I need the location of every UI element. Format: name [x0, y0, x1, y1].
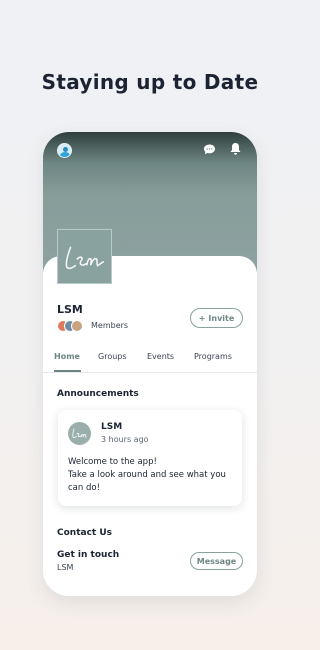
member-avatar [71, 320, 83, 332]
member-avatars[interactable] [57, 320, 89, 332]
announcement-card[interactable]: LSM 3 hours ago Welcome to the app! Take… [58, 410, 242, 506]
contact-subtitle: Get in touch [57, 550, 120, 560]
invite-label: Invite [208, 313, 235, 323]
contact-title: Contact Us [57, 528, 113, 538]
chat-bubble-icon[interactable] [203, 143, 216, 156]
announcements-title: Announcements [57, 389, 139, 399]
message-button[interactable]: Message [190, 552, 243, 570]
post-timestamp: 3 hours ago [101, 435, 149, 444]
lsm-signature-logo [65, 246, 105, 270]
post-body: Welcome to the app! Take a look around a… [68, 456, 238, 495]
group-logo [57, 229, 112, 284]
group-name: LSM [57, 303, 83, 316]
tab-bar: Home Groups Events Programs [43, 344, 257, 373]
members-label[interactable]: Members [91, 321, 128, 330]
tab-programs[interactable]: Programs [194, 352, 232, 361]
tab-home[interactable]: Home [54, 352, 80, 361]
plus-icon: + [198, 313, 206, 323]
post-line: Take a look around and see what you [68, 470, 226, 480]
contact-org-name: LSM [57, 563, 74, 572]
tab-events[interactable]: Events [147, 352, 174, 361]
headline: Staying up to Date [41, 70, 259, 94]
post-line: Welcome to the app! [68, 457, 157, 467]
bell-icon[interactable] [229, 142, 242, 156]
author-avatar [68, 422, 91, 445]
post-line: can do! [68, 483, 100, 493]
active-tab-indicator [54, 370, 81, 372]
post-author: LSM [101, 422, 123, 432]
phone-frame: LSM Members + Invite Home Groups Events … [43, 132, 257, 596]
profile-avatar[interactable] [57, 143, 72, 158]
tab-groups[interactable]: Groups [98, 352, 127, 361]
invite-button[interactable]: + Invite [190, 308, 243, 328]
